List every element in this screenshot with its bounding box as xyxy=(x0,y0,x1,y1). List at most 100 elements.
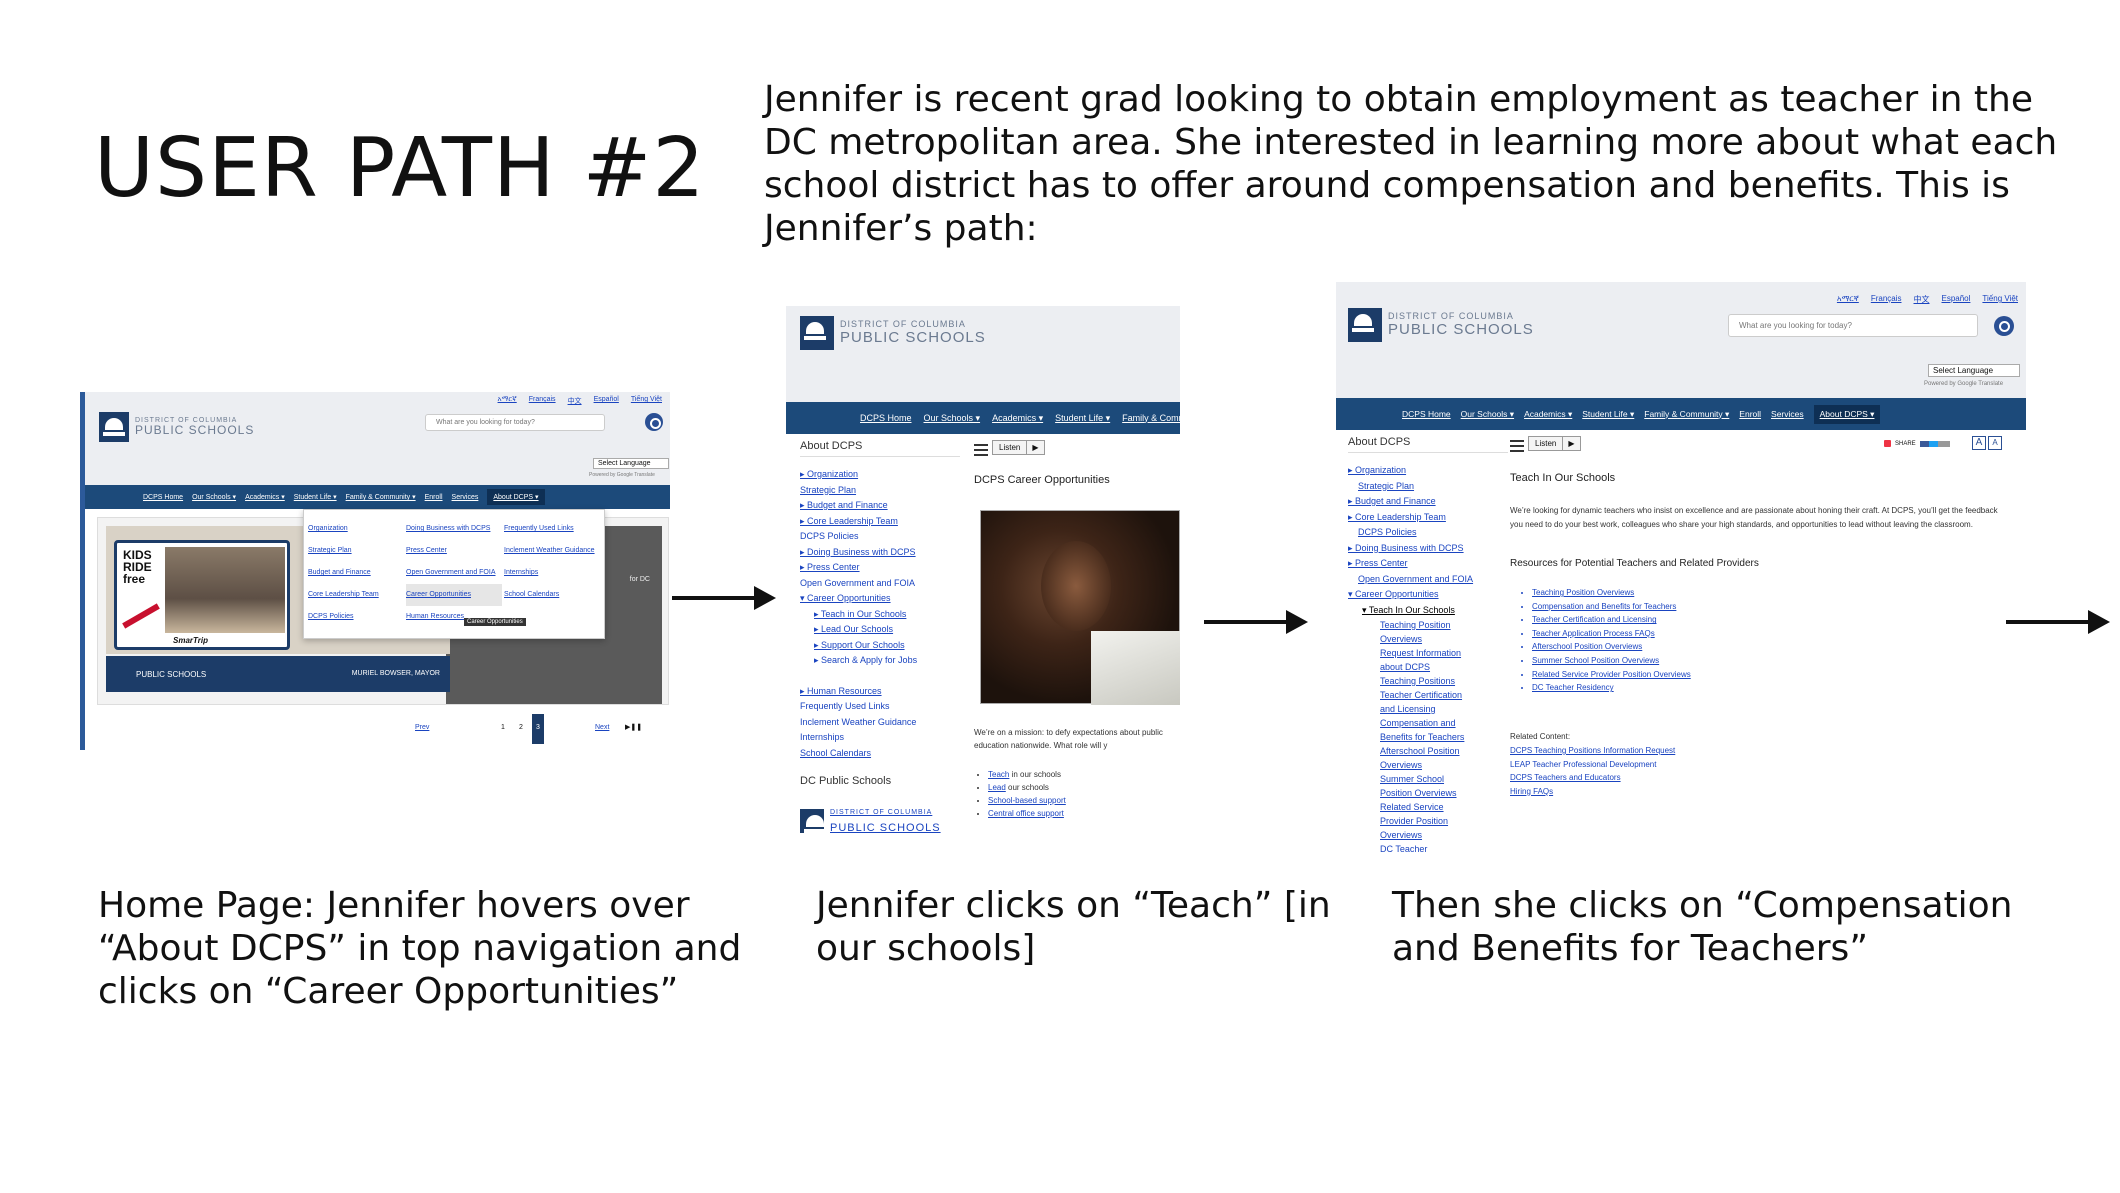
sidebar-link[interactable]: DCPS Policies xyxy=(1348,525,1508,541)
sidebar-sublink[interactable]: Summer School xyxy=(1348,772,1508,786)
dropdown-frequent-links[interactable]: Frequently Used Links xyxy=(504,518,600,540)
text-size-icon[interactable]: A A xyxy=(1972,436,2002,452)
nav-academics[interactable]: Academics ▾ xyxy=(245,493,285,501)
play-pause-icon[interactable]: ▶❚❚ xyxy=(625,723,642,731)
sidebar-link[interactable]: Strategic Plan xyxy=(1348,479,1508,495)
nav-about-dcps[interactable]: About DCPS ▾ xyxy=(487,489,545,505)
nav-dcps-home[interactable]: DCPS Home xyxy=(1402,409,1451,419)
nav-our-schools[interactable]: Our Schools ▾ xyxy=(192,493,236,501)
dropdown-core-leadership[interactable]: Core Leadership Team xyxy=(308,584,379,606)
sidebar-sublink[interactable]: Teaching Positions xyxy=(1348,674,1508,688)
resource-link[interactable]: Teaching Position Overviews xyxy=(1532,586,1691,600)
sidebar-link[interactable]: ▸ Organization xyxy=(800,467,960,483)
sidebar-sublink[interactable]: Teaching Position xyxy=(1348,618,1508,632)
search-icon[interactable] xyxy=(1994,316,2014,336)
lang-link[interactable]: Français xyxy=(1871,294,1902,305)
nav-family-community[interactable]: Family & Community ▾ xyxy=(1644,409,1729,420)
sidebar-link[interactable]: ▸ Budget and Finance xyxy=(1348,494,1508,510)
role-link-teach[interactable]: Teach xyxy=(988,770,1009,779)
resource-link[interactable]: Teacher Application Process FAQs xyxy=(1532,627,1691,641)
language-select[interactable]: Select Language xyxy=(593,458,669,469)
nav-family-community[interactable]: Family & Community ▾ xyxy=(346,493,416,501)
resource-link-compensation[interactable]: Compensation and Benefits for Teachers xyxy=(1532,600,1691,614)
sidebar-link[interactable]: ▸ Organization xyxy=(1348,463,1508,479)
lang-link[interactable]: Tiếng Việt xyxy=(1982,294,2018,305)
sidebar-link-teach[interactable]: ▸ Teach in Our Schools xyxy=(800,607,960,623)
role-link-school-support[interactable]: School-based support xyxy=(988,796,1066,805)
nav-enroll[interactable]: Enroll xyxy=(1739,409,1761,419)
dropdown-calendars[interactable]: School Calendars xyxy=(504,584,600,606)
dropdown-internships[interactable]: Internships xyxy=(504,562,600,584)
sidebar-link[interactable]: ▸ Press Center xyxy=(1348,556,1508,572)
resource-link[interactable]: Summer School Position Overviews xyxy=(1532,654,1691,668)
dropdown-doing-business[interactable]: Doing Business with DCPS xyxy=(406,518,502,540)
sidebar-link[interactable]: ▸ Doing Business with DCPS xyxy=(800,545,960,561)
sidebar-link[interactable]: ▸ Search & Apply for Jobs xyxy=(800,653,960,669)
dropdown-policies[interactable]: DCPS Policies xyxy=(308,606,379,628)
related-link[interactable]: LEAP Teacher Professional Development xyxy=(1510,758,1675,772)
lang-link[interactable]: Español xyxy=(1942,294,1971,305)
related-link[interactable]: DCPS Teachers and Educators xyxy=(1510,771,1675,785)
sidebar-link[interactable]: Open Government and FOIA xyxy=(1348,572,1508,588)
dropdown-press-center[interactable]: Press Center xyxy=(406,540,502,562)
nav-academics[interactable]: Academics ▾ xyxy=(1524,409,1572,420)
sidebar-link[interactable]: ▸ Lead Our Schools xyxy=(800,622,960,638)
search-icon[interactable] xyxy=(645,413,663,431)
nav-dcps-home[interactable]: DCPS Home xyxy=(860,413,912,423)
sidebar-sublink[interactable]: Position Overviews xyxy=(1348,786,1508,800)
sidebar-sublink[interactable]: Request Information xyxy=(1348,646,1508,660)
pager-page[interactable]: 2 xyxy=(519,724,523,731)
nav-dcps-home[interactable]: DCPS Home xyxy=(143,494,183,501)
related-link[interactable]: DCPS Teaching Positions Information Requ… xyxy=(1510,744,1675,758)
sidebar-link[interactable]: Inclement Weather Guidance xyxy=(800,715,960,731)
sidebar-link[interactable]: DCPS Policies xyxy=(800,529,960,545)
related-link[interactable]: Hiring FAQs xyxy=(1510,785,1675,799)
nav-student-life[interactable]: Student Life ▾ xyxy=(294,493,337,501)
sidebar-sublink[interactable]: Overviews xyxy=(1348,828,1508,842)
lang-link[interactable]: አማርኛ xyxy=(498,396,517,406)
lang-link[interactable]: 中文 xyxy=(568,396,582,406)
nav-our-schools[interactable]: Our Schools ▾ xyxy=(924,413,981,424)
sidebar-link[interactable]: ▸ Doing Business with DCPS xyxy=(1348,541,1508,557)
sidebar-sublink[interactable]: about DCPS xyxy=(1348,660,1508,674)
dropdown-career-opportunities[interactable]: Career Opportunities xyxy=(406,584,502,606)
resource-link[interactable]: DC Teacher Residency xyxy=(1532,681,1691,695)
sidebar-sublink[interactable]: Compensation and xyxy=(1348,716,1508,730)
sidebar-sublink[interactable]: DC Teacher xyxy=(1348,842,1508,856)
share-button[interactable]: SHARE xyxy=(1884,440,1950,447)
dropdown-weather[interactable]: Inclement Weather Guidance xyxy=(504,540,600,562)
sidebar-link-teach[interactable]: ▾ Teach In Our Schools xyxy=(1348,603,1508,619)
sidebar-sublink[interactable]: Overviews xyxy=(1348,758,1508,772)
site-logo[interactable]: DISTRICT OF COLUMBIA PUBLIC SCHOOLS xyxy=(99,412,254,442)
resource-link[interactable]: Afterschool Position Overviews xyxy=(1532,640,1691,654)
nav-services[interactable]: Services xyxy=(452,494,479,501)
sidebar-sublink[interactable]: Overviews xyxy=(1348,632,1508,646)
lang-link[interactable]: 中文 xyxy=(1914,294,1930,305)
role-link-central-support[interactable]: Central office support xyxy=(988,809,1064,818)
lang-link[interactable]: Español xyxy=(594,396,619,406)
sidebar-link[interactable]: ▸ Budget and Finance xyxy=(800,498,960,514)
sidebar-link[interactable]: ▸ Core Leadership Team xyxy=(800,514,960,530)
sidebar-link-career[interactable]: ▾ Career Opportunities xyxy=(1348,587,1508,603)
dropdown-open-government[interactable]: Open Government and FOIA xyxy=(406,562,502,584)
sidebar-sublink[interactable]: Afterschool Position xyxy=(1348,744,1508,758)
sidebar-link[interactable]: Internships xyxy=(800,730,960,746)
language-select[interactable]: Select Language xyxy=(1928,364,2020,377)
sidebar-link[interactable]: Open Government and FOIA xyxy=(800,576,960,592)
lang-link[interactable]: Tiếng Việt xyxy=(631,396,662,406)
sidebar-link[interactable]: ▸ Press Center xyxy=(800,560,960,576)
sidebar-link[interactable]: ▸ Core Leadership Team xyxy=(1348,510,1508,526)
sidebar-link[interactable]: Frequently Used Links xyxy=(800,699,960,715)
resource-link[interactable]: Teacher Certification and Licensing xyxy=(1532,613,1691,627)
menu-icon[interactable] xyxy=(1510,440,1524,452)
site-logo[interactable]: DISTRICT OF COLUMBIA PUBLIC SCHOOLS xyxy=(800,316,986,350)
nav-family-community[interactable]: Family & Community ▾ xyxy=(1122,413,1180,424)
pager-page[interactable]: 1 xyxy=(501,724,505,731)
sidebar-sublink[interactable]: Benefits for Teachers xyxy=(1348,730,1508,744)
resource-link[interactable]: Related Service Provider Position Overvi… xyxy=(1532,668,1691,682)
sidebar-link[interactable]: ▸ Human Resources xyxy=(800,684,960,700)
nav-student-life[interactable]: Student Life ▾ xyxy=(1055,413,1110,424)
sidebar-sublink[interactable]: and Licensing xyxy=(1348,702,1508,716)
nav-student-life[interactable]: Student Life ▾ xyxy=(1582,409,1634,420)
nav-our-schools[interactable]: Our Schools ▾ xyxy=(1461,409,1514,420)
